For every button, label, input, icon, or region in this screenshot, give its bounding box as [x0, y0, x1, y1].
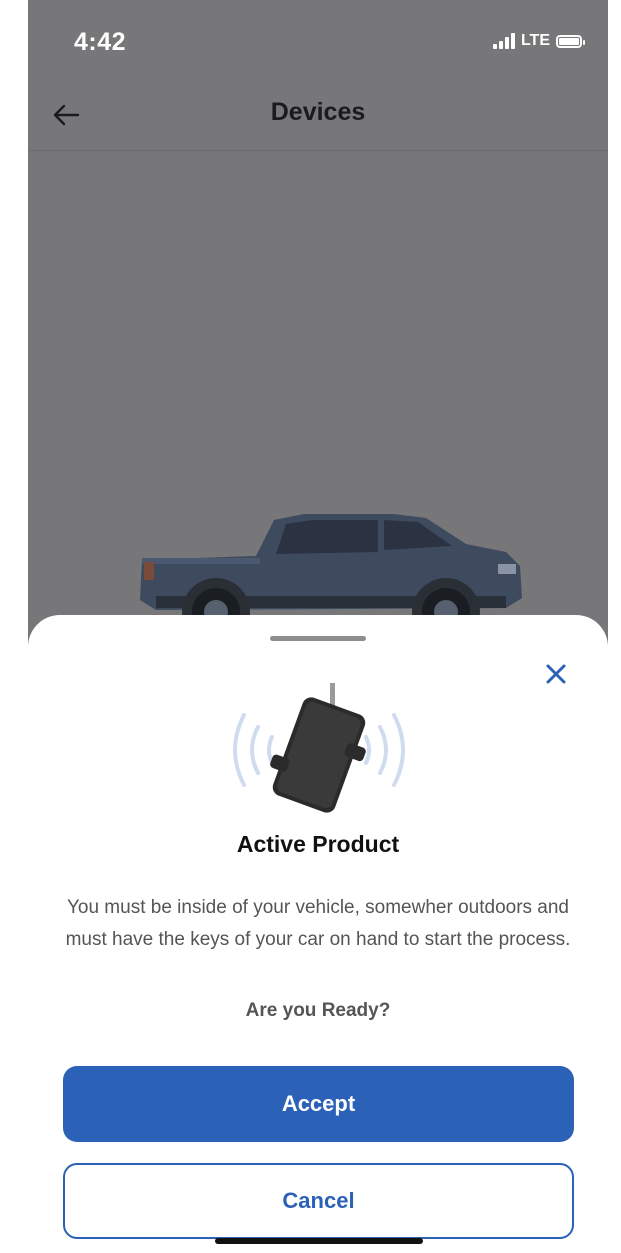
sheet-question: Are you Ready? — [245, 1000, 391, 1021]
status-time: 4:42 — [74, 28, 127, 56]
network-type: LTE — [520, 32, 550, 49]
sheet-description: You must be inside of your vehicle, some… — [65, 897, 571, 950]
nav-bar: Devices — [28, 80, 608, 151]
status-indicators: LTE — [492, 32, 585, 50]
battery-icon — [556, 34, 585, 48]
accept-button[interactable]: Accept — [63, 1066, 574, 1142]
cancel-button[interactable]: Cancel — [63, 1163, 574, 1239]
app-screen: 4:42 LTE Devices Active Product You must… — [28, 0, 608, 1253]
page-title: Devices — [270, 98, 366, 126]
status-bar: 4:42 LTE — [28, 0, 608, 80]
bottom-sheet: Active Product You must be inside of you… — [28, 615, 608, 1253]
sheet-title: Active Product — [236, 831, 400, 857]
home-indicator — [215, 1238, 423, 1244]
signal-icon — [492, 33, 515, 49]
sheet-grabber[interactable] — [270, 636, 366, 641]
close-icon[interactable] — [543, 661, 569, 687]
tracker-device-icon — [233, 683, 405, 813]
